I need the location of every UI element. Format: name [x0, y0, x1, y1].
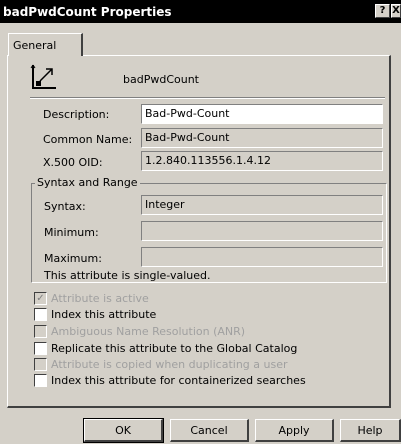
attribute-icon	[30, 63, 58, 91]
minimum-label: Minimum:	[44, 226, 99, 239]
maximum-label: Maximum:	[44, 252, 102, 265]
option-anr: Ambiguous Name Resolution (ANR)	[34, 325, 245, 338]
help-title-button[interactable]: ?	[375, 4, 390, 18]
apply-button-label: Apply	[278, 423, 310, 437]
checkbox-attribute-active: ✓	[34, 292, 47, 305]
ok-button-label: OK	[115, 423, 131, 437]
option-label: Replicate this attribute to the Global C…	[51, 342, 298, 355]
checkbox-copied-duplicating	[34, 358, 47, 371]
attribute-name: badPwdCount	[123, 73, 199, 86]
syntax-range-title: Syntax and Range	[35, 176, 140, 189]
ok-button[interactable]: OK	[83, 418, 164, 443]
apply-button[interactable]: Apply	[255, 419, 334, 442]
option-replicate-gc[interactable]: Replicate this attribute to the Global C…	[34, 342, 297, 355]
minimum-field	[141, 221, 383, 241]
description-label: Description:	[43, 108, 110, 121]
common-name-field: Bad-Pwd-Count	[141, 128, 383, 148]
cancel-button[interactable]: Cancel	[170, 419, 249, 442]
checkbox-index-attribute[interactable]	[34, 308, 47, 321]
checkbox-anr	[34, 325, 47, 338]
oid-label: X.500 OID:	[43, 156, 103, 169]
checkbox-replicate-gc[interactable]	[34, 342, 47, 355]
close-button[interactable]: X	[391, 4, 401, 18]
tab-general-label: General	[13, 38, 57, 52]
header-separator	[30, 97, 385, 99]
common-name-label: Common Name:	[43, 133, 133, 146]
option-label: Index this attribute	[51, 308, 157, 321]
syntax-field: Integer	[141, 195, 383, 215]
help-button[interactable]: Help	[340, 419, 401, 442]
option-label: Attribute is copied when duplicating a u…	[51, 358, 288, 371]
cancel-button-label: Cancel	[190, 423, 228, 437]
oid-field: 1.2.840.113556.1.4.12	[141, 151, 383, 171]
window-title: badPwdCount Properties	[3, 4, 172, 19]
description-input[interactable]: Bad-Pwd-Count	[141, 104, 383, 124]
close-icon: X	[392, 5, 400, 16]
single-valued-note: This attribute is single-valued.	[44, 269, 211, 282]
option-label: Ambiguous Name Resolution (ANR)	[51, 325, 246, 338]
syntax-label: Syntax:	[44, 200, 86, 213]
maximum-field	[141, 247, 383, 267]
option-attribute-active: ✓ Attribute is active	[34, 292, 149, 305]
help-button-label: Help	[357, 423, 383, 437]
option-index-attribute[interactable]: Index this attribute	[34, 308, 156, 321]
title-bar: badPwdCount Properties	[0, 0, 401, 23]
option-containerized-search[interactable]: Index this attribute for containerized s…	[34, 374, 306, 387]
tab-general[interactable]: General	[8, 33, 83, 56]
option-label: Index this attribute for containerized s…	[51, 374, 306, 387]
help-icon: ?	[379, 5, 386, 16]
checkbox-containerized-search[interactable]	[34, 374, 47, 387]
option-copied-duplicating: Attribute is copied when duplicating a u…	[34, 358, 288, 371]
option-label: Attribute is active	[51, 292, 149, 305]
